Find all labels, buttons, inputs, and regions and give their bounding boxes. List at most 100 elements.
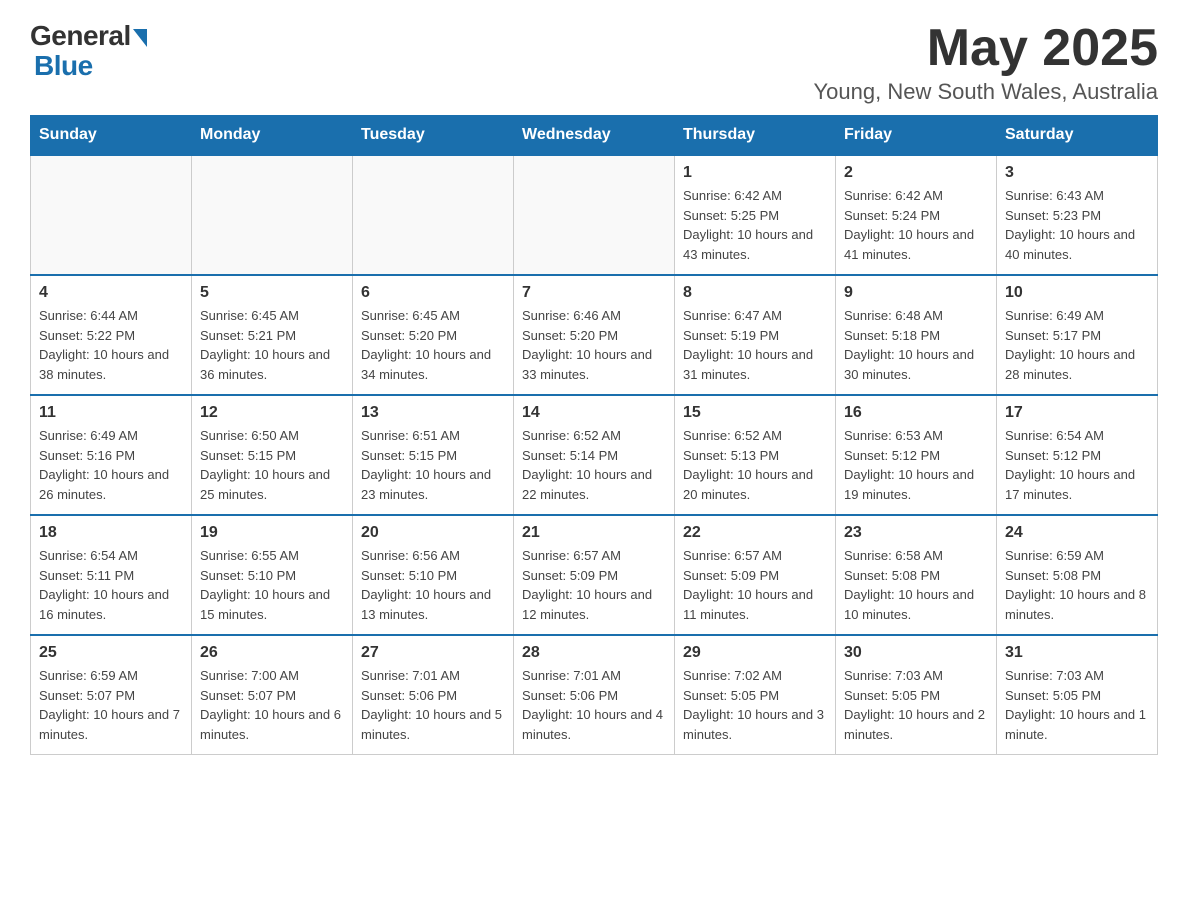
calendar-cell: 24Sunrise: 6:59 AM Sunset: 5:08 PM Dayli… (997, 515, 1158, 635)
day-info: Sunrise: 7:00 AM Sunset: 5:07 PM Dayligh… (200, 666, 344, 744)
logo-arrow-icon (133, 29, 147, 47)
day-number: 1 (683, 164, 827, 182)
day-info: Sunrise: 6:56 AM Sunset: 5:10 PM Dayligh… (361, 546, 505, 624)
day-info: Sunrise: 6:57 AM Sunset: 5:09 PM Dayligh… (683, 546, 827, 624)
day-number: 14 (522, 404, 666, 422)
logo-general: General (30, 20, 131, 52)
page-header: General Blue May 2025 Young, New South W… (30, 20, 1158, 105)
calendar-cell (31, 155, 192, 275)
day-number: 2 (844, 164, 988, 182)
calendar-cell: 31Sunrise: 7:03 AM Sunset: 5:05 PM Dayli… (997, 635, 1158, 755)
day-number: 15 (683, 404, 827, 422)
day-info: Sunrise: 6:49 AM Sunset: 5:17 PM Dayligh… (1005, 306, 1149, 384)
day-info: Sunrise: 6:53 AM Sunset: 5:12 PM Dayligh… (844, 426, 988, 504)
day-number: 4 (39, 284, 183, 302)
calendar-cell: 17Sunrise: 6:54 AM Sunset: 5:12 PM Dayli… (997, 395, 1158, 515)
day-number: 24 (1005, 524, 1149, 542)
calendar-header-tuesday: Tuesday (353, 116, 514, 156)
calendar-cell: 5 Sunrise: 6:45 AM Sunset: 5:21 PM Daylig… (192, 275, 353, 395)
day-info: Sunrise: 6:43 AM Sunset: 5:23 PM Dayligh… (1005, 186, 1149, 264)
day-info: Sunrise: 6:59 AM Sunset: 5:07 PM Dayligh… (39, 666, 183, 744)
day-number: 7 (522, 284, 666, 302)
calendar-table: SundayMondayTuesdayWednesdayThursdayFrid… (30, 115, 1158, 755)
logo-blue: Blue (30, 50, 93, 82)
day-number: 30 (844, 644, 988, 662)
calendar-cell: 20 Sunrise: 6:56 AM Sunset: 5:10 PM Dayli… (353, 515, 514, 635)
calendar-cell: 26 Sunrise: 7:00 AM Sunset: 5:07 PM Dayli… (192, 635, 353, 755)
day-number: 23 (844, 524, 988, 542)
day-info: Sunrise: 7:01 AM Sunset: 5:06 PM Dayligh… (522, 666, 666, 744)
calendar-header-friday: Friday (836, 116, 997, 156)
calendar-cell (353, 155, 514, 275)
day-number: 8 (683, 284, 827, 302)
day-number: 9 (844, 284, 988, 302)
day-info: Sunrise: 6:57 AM Sunset: 5:09 PM Dayligh… (522, 546, 666, 624)
day-number: 28 (522, 644, 666, 662)
day-info: Sunrise: 6:45 AM Sunset: 5:20 PM Dayligh… (361, 306, 505, 384)
calendar-cell: 28 Sunrise: 7:01 AM Sunset: 5:06 PM Dayli… (514, 635, 675, 755)
day-info: Sunrise: 7:01 AM Sunset: 5:06 PM Dayligh… (361, 666, 505, 744)
day-number: 6 (361, 284, 505, 302)
calendar-cell: 6 Sunrise: 6:45 AM Sunset: 5:20 PM Daylig… (353, 275, 514, 395)
calendar-cell: 30 Sunrise: 7:03 AM Sunset: 5:05 PM Dayli… (836, 635, 997, 755)
calendar-cell: 21Sunrise: 6:57 AM Sunset: 5:09 PM Dayli… (514, 515, 675, 635)
day-info: Sunrise: 7:03 AM Sunset: 5:05 PM Dayligh… (844, 666, 988, 744)
day-number: 27 (361, 644, 505, 662)
day-info: Sunrise: 6:55 AM Sunset: 5:10 PM Dayligh… (200, 546, 344, 624)
calendar-header-wednesday: Wednesday (514, 116, 675, 156)
calendar-cell: 4 Sunrise: 6:44 AM Sunset: 5:22 PM Daylig… (31, 275, 192, 395)
calendar-cell (514, 155, 675, 275)
calendar-cell: 1 Sunrise: 6:42 AM Sunset: 5:25 PM Daylig… (675, 155, 836, 275)
calendar-cell (192, 155, 353, 275)
day-info: Sunrise: 6:42 AM Sunset: 5:25 PM Dayligh… (683, 186, 827, 264)
calendar-header-saturday: Saturday (997, 116, 1158, 156)
calendar-week-row: 18 Sunrise: 6:54 AM Sunset: 5:11 PM Dayli… (31, 515, 1158, 635)
calendar-cell: 23 Sunrise: 6:58 AM Sunset: 5:08 PM Dayli… (836, 515, 997, 635)
calendar-cell: 12 Sunrise: 6:50 AM Sunset: 5:15 PM Dayli… (192, 395, 353, 515)
day-info: Sunrise: 6:46 AM Sunset: 5:20 PM Dayligh… (522, 306, 666, 384)
calendar-cell: 19Sunrise: 6:55 AM Sunset: 5:10 PM Dayli… (192, 515, 353, 635)
calendar-week-row: 1 Sunrise: 6:42 AM Sunset: 5:25 PM Daylig… (31, 155, 1158, 275)
day-info: Sunrise: 6:54 AM Sunset: 5:11 PM Dayligh… (39, 546, 183, 624)
calendar-cell: 18 Sunrise: 6:54 AM Sunset: 5:11 PM Dayli… (31, 515, 192, 635)
calendar-cell: 13 Sunrise: 6:51 AM Sunset: 5:15 PM Dayli… (353, 395, 514, 515)
calendar-cell: 29 Sunrise: 7:02 AM Sunset: 5:05 PM Dayli… (675, 635, 836, 755)
day-info: Sunrise: 6:51 AM Sunset: 5:15 PM Dayligh… (361, 426, 505, 504)
day-number: 26 (200, 644, 344, 662)
calendar-header-monday: Monday (192, 116, 353, 156)
calendar-cell: 16 Sunrise: 6:53 AM Sunset: 5:12 PM Dayli… (836, 395, 997, 515)
calendar-cell: 8Sunrise: 6:47 AM Sunset: 5:19 PM Daylig… (675, 275, 836, 395)
day-info: Sunrise: 6:54 AM Sunset: 5:12 PM Dayligh… (1005, 426, 1149, 504)
day-number: 16 (844, 404, 988, 422)
calendar-cell: 25 Sunrise: 6:59 AM Sunset: 5:07 PM Dayli… (31, 635, 192, 755)
day-info: Sunrise: 6:50 AM Sunset: 5:15 PM Dayligh… (200, 426, 344, 504)
calendar-cell: 14Sunrise: 6:52 AM Sunset: 5:14 PM Dayli… (514, 395, 675, 515)
title-section: May 2025 Young, New South Wales, Austral… (814, 20, 1158, 105)
day-info: Sunrise: 6:44 AM Sunset: 5:22 PM Dayligh… (39, 306, 183, 384)
day-number: 10 (1005, 284, 1149, 302)
calendar-cell: 3 Sunrise: 6:43 AM Sunset: 5:23 PM Daylig… (997, 155, 1158, 275)
day-number: 5 (200, 284, 344, 302)
calendar-cell: 22Sunrise: 6:57 AM Sunset: 5:09 PM Dayli… (675, 515, 836, 635)
calendar-cell: 2 Sunrise: 6:42 AM Sunset: 5:24 PM Daylig… (836, 155, 997, 275)
calendar-header-thursday: Thursday (675, 116, 836, 156)
day-number: 13 (361, 404, 505, 422)
day-number: 29 (683, 644, 827, 662)
day-number: 20 (361, 524, 505, 542)
day-number: 25 (39, 644, 183, 662)
day-number: 12 (200, 404, 344, 422)
day-number: 18 (39, 524, 183, 542)
calendar-cell: 9Sunrise: 6:48 AM Sunset: 5:18 PM Daylig… (836, 275, 997, 395)
calendar-week-row: 25 Sunrise: 6:59 AM Sunset: 5:07 PM Dayli… (31, 635, 1158, 755)
calendar-header-row: SundayMondayTuesdayWednesdayThursdayFrid… (31, 116, 1158, 156)
day-info: Sunrise: 7:02 AM Sunset: 5:05 PM Dayligh… (683, 666, 827, 744)
day-info: Sunrise: 6:45 AM Sunset: 5:21 PM Dayligh… (200, 306, 344, 384)
logo: General Blue (30, 20, 147, 82)
day-info: Sunrise: 6:52 AM Sunset: 5:13 PM Dayligh… (683, 426, 827, 504)
day-number: 11 (39, 404, 183, 422)
day-info: Sunrise: 7:03 AM Sunset: 5:05 PM Dayligh… (1005, 666, 1149, 744)
day-info: Sunrise: 6:58 AM Sunset: 5:08 PM Dayligh… (844, 546, 988, 624)
month-title: May 2025 (814, 20, 1158, 77)
day-info: Sunrise: 6:42 AM Sunset: 5:24 PM Dayligh… (844, 186, 988, 264)
day-number: 3 (1005, 164, 1149, 182)
